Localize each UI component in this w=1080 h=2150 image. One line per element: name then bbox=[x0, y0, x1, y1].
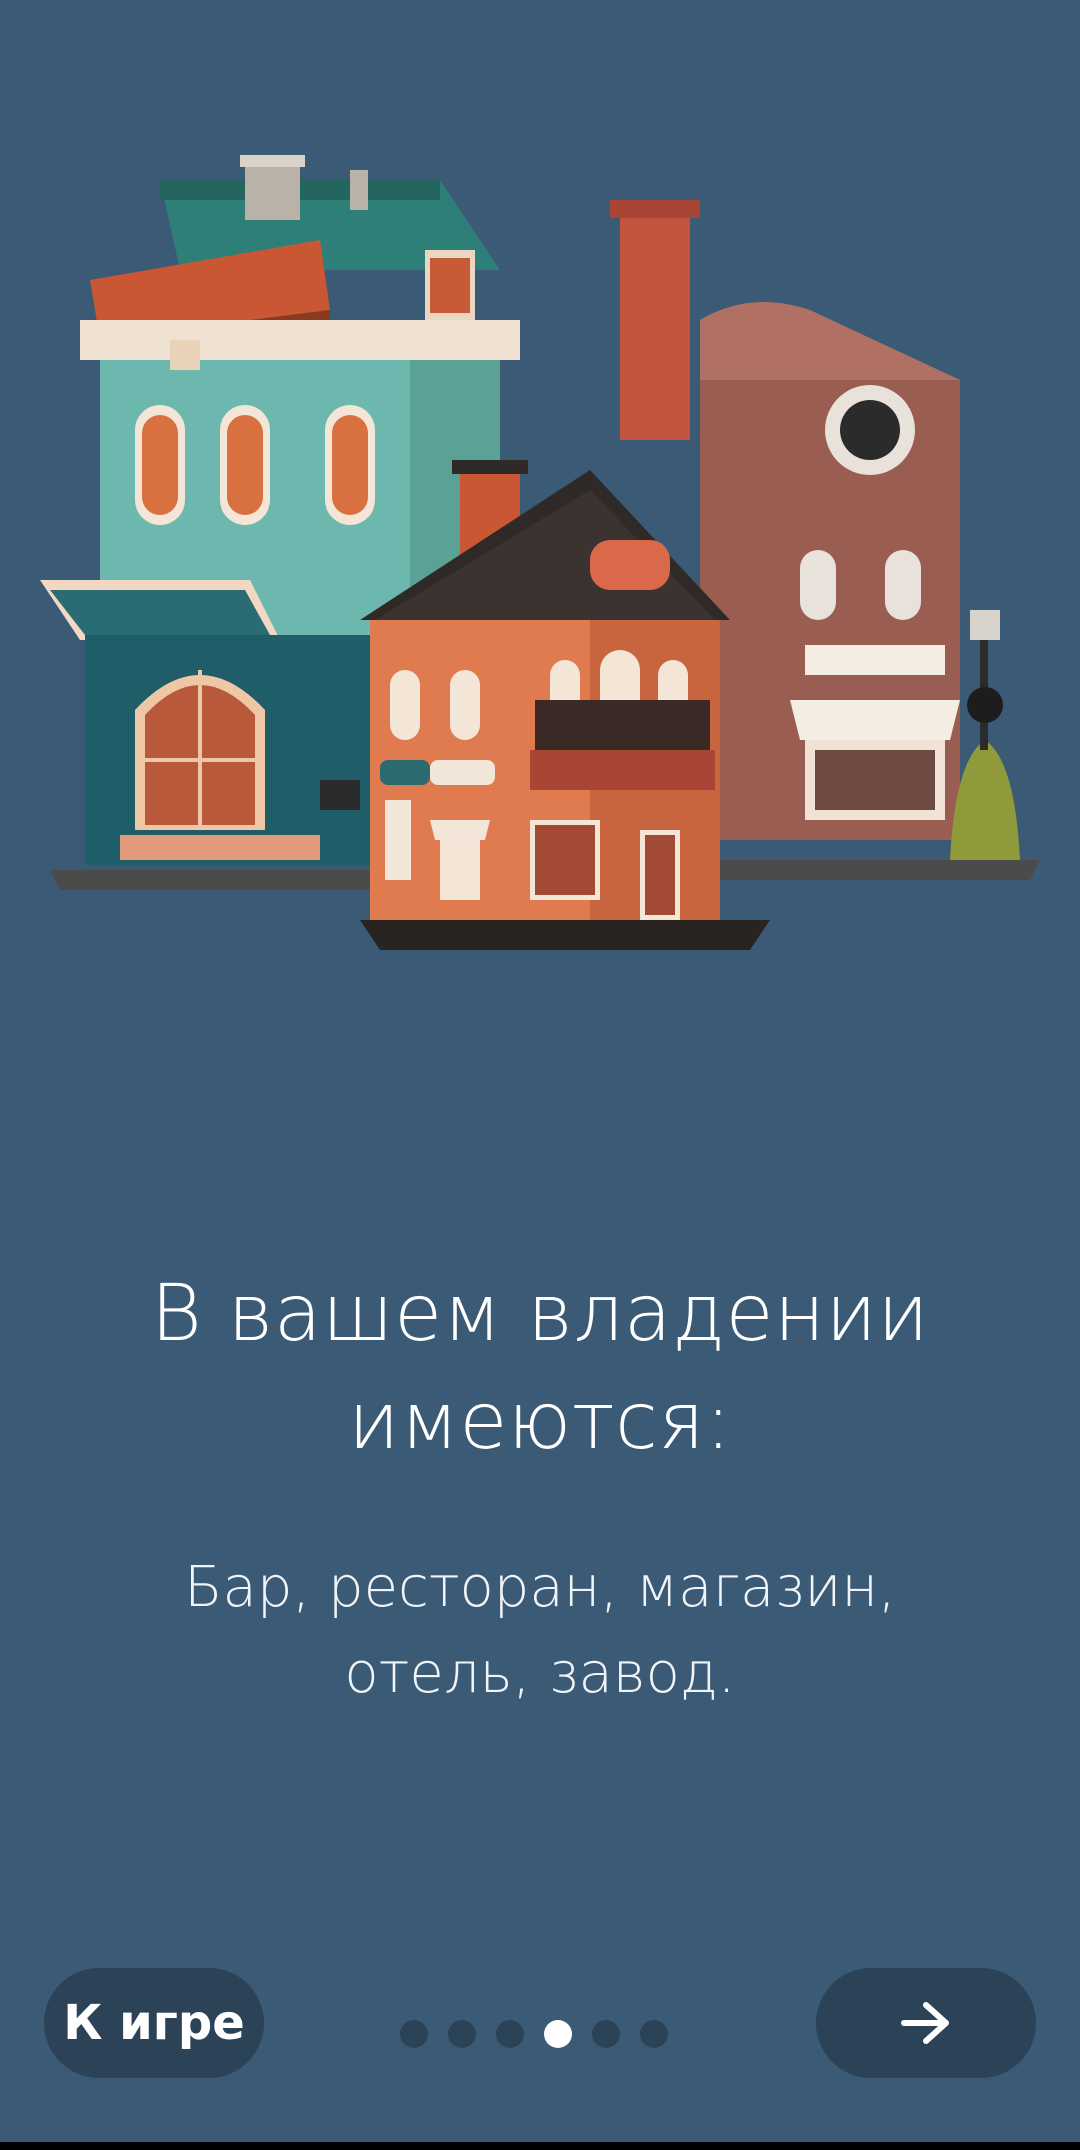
to-game-label: К игре bbox=[63, 1995, 245, 2051]
page-dot[interactable] bbox=[496, 2020, 524, 2048]
onboarding-title: В вашем владении имеются: bbox=[0, 1260, 1080, 1476]
system-bottom-strip bbox=[0, 2142, 1080, 2150]
description-line-1: Бар, ресторан, магазин, bbox=[184, 1555, 896, 1620]
buildings-illustration bbox=[40, 155, 1040, 950]
title-line-1: В вашем владении bbox=[150, 1269, 930, 1359]
to-game-button[interactable]: К игре bbox=[44, 1968, 264, 2078]
next-button[interactable] bbox=[816, 1968, 1036, 2078]
page-dot[interactable] bbox=[592, 2020, 620, 2048]
page-dot[interactable] bbox=[400, 2020, 428, 2048]
description-line-2: отель, завод. bbox=[344, 1641, 736, 1706]
page-dot-active[interactable] bbox=[544, 2020, 572, 2048]
arrow-right-icon bbox=[901, 2002, 949, 2044]
onboarding-description: Бар, ресторан, магазин, отель, завод. bbox=[100, 1545, 980, 1717]
title-line-2: имеются: bbox=[348, 1377, 732, 1467]
page-indicator bbox=[400, 2018, 680, 2050]
page-dot[interactable] bbox=[640, 2020, 668, 2048]
page-dot[interactable] bbox=[448, 2020, 476, 2048]
